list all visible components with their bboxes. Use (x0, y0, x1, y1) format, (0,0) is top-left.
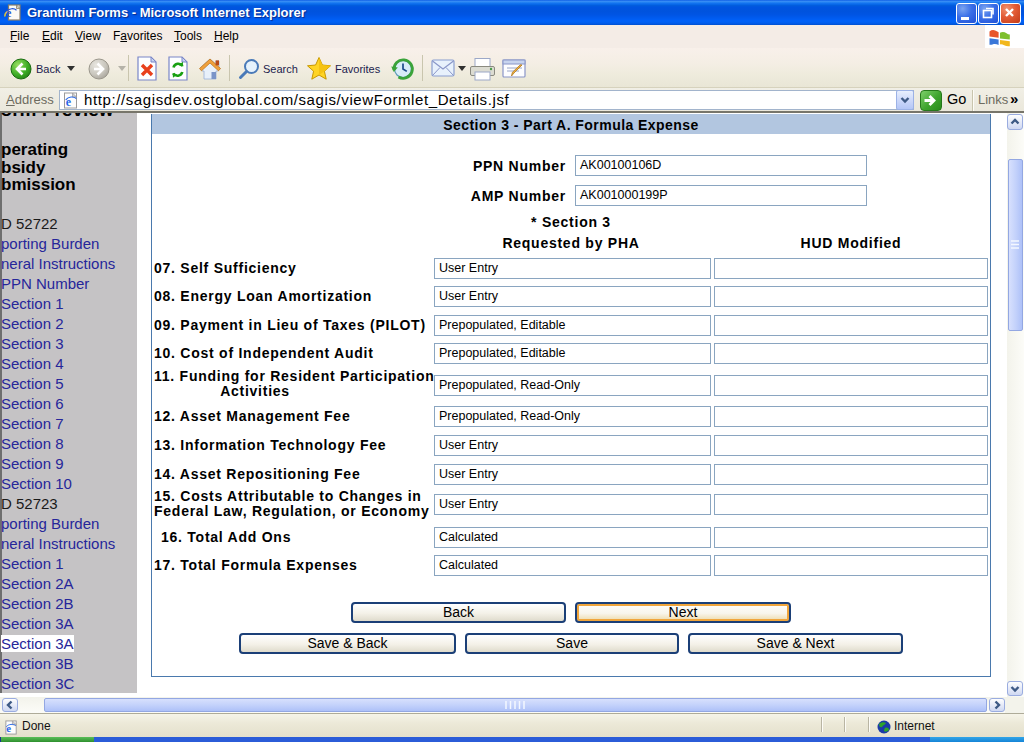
svg-text:e: e (6, 722, 11, 734)
